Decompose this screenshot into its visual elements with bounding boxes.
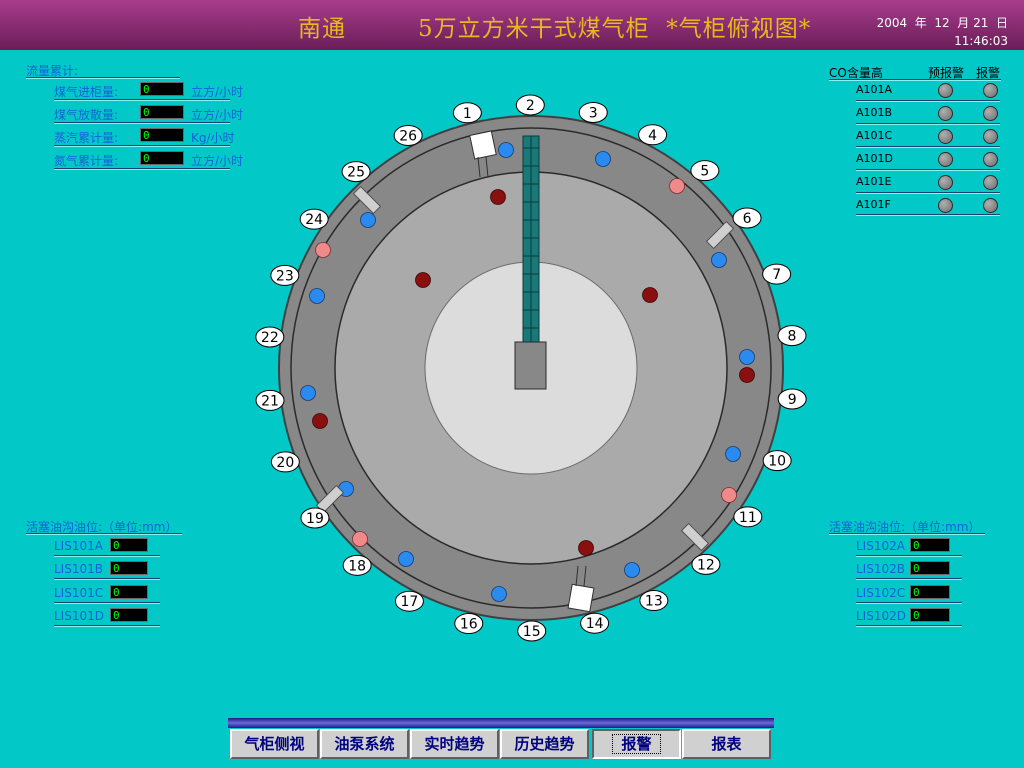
column-number: 12 xyxy=(697,557,715,573)
column-number: 17 xyxy=(400,594,418,610)
nav-stripe xyxy=(228,718,774,728)
column-number: 11 xyxy=(739,510,757,526)
sensor-dot-blue xyxy=(398,551,414,567)
column-label: 10 xyxy=(762,450,792,472)
column-number: 18 xyxy=(348,558,366,574)
column-label: 15 xyxy=(517,620,547,642)
ladder-icon xyxy=(522,135,540,343)
column-label: 9 xyxy=(777,388,807,410)
column-label: 11 xyxy=(733,506,763,528)
sensor-dot-blue xyxy=(739,349,755,365)
column-label: 6 xyxy=(732,207,762,229)
sensor-dot-pink xyxy=(315,242,331,258)
sensor-dot-darkred xyxy=(578,540,594,556)
gas-holder-top-view: 1 2 34567891011121314151617181920212223242… xyxy=(255,94,807,642)
column-number: 1 xyxy=(463,106,472,122)
center-column xyxy=(514,341,547,390)
column-number: 9 xyxy=(788,392,797,408)
column-number: 26 xyxy=(399,128,417,144)
column-label: 3 xyxy=(578,101,608,123)
column-label: 16 xyxy=(454,613,484,635)
column-label: 7 xyxy=(762,263,792,285)
column-label: 19 xyxy=(300,507,330,529)
nav-alarm-button[interactable]: 报警 xyxy=(592,729,681,759)
column-number: 10 xyxy=(768,454,786,470)
column-label: 12 xyxy=(691,553,721,575)
sensor-dot-blue xyxy=(595,151,611,167)
column-label: 14 xyxy=(580,612,610,634)
nav-bar: 气柜侧视 油泵系统 实时趋势 历史趋势 报警 报表 xyxy=(228,718,774,762)
sensor-dot-blue xyxy=(711,252,727,268)
nav-history-trend-button[interactable]: 历史趋势 xyxy=(500,729,589,759)
sensor-dot-darkred xyxy=(642,287,658,303)
column-number: 4 xyxy=(648,128,657,144)
column-number: 3 xyxy=(589,105,598,121)
sensor-dot-pink xyxy=(721,487,737,503)
column-number: 22 xyxy=(261,330,279,346)
manhole-door-bottom xyxy=(567,583,595,613)
sensor-dot-darkred xyxy=(739,367,755,383)
column-number: 16 xyxy=(460,617,478,633)
sensor-dot-darkred xyxy=(415,272,431,288)
column-number: 5 xyxy=(700,164,709,180)
sensor-dot-blue xyxy=(309,288,325,304)
column-label: 21 xyxy=(255,389,285,411)
nav-realtime-trend-button[interactable]: 实时趋势 xyxy=(410,729,499,759)
column-number: 13 xyxy=(645,594,663,610)
sensor-dot-blue xyxy=(624,562,640,578)
column-label: 1 xyxy=(452,102,482,124)
column-label: 24 xyxy=(299,208,329,230)
sensor-dot-blue xyxy=(360,212,376,228)
column-number: 23 xyxy=(276,268,294,284)
nav-side-view-button[interactable]: 气柜侧视 xyxy=(230,729,319,759)
column-label: 25 xyxy=(341,161,371,183)
column-number: 21 xyxy=(261,393,279,409)
column-number: 20 xyxy=(276,455,294,471)
column-number: 15 xyxy=(523,624,541,640)
sensor-dot-blue xyxy=(725,446,741,462)
column-label: 23 xyxy=(270,264,300,286)
column-label: 26 xyxy=(393,124,423,146)
nav-report-button[interactable]: 报表 xyxy=(682,729,771,759)
nav-alarm-label: 报警 xyxy=(612,734,661,754)
column-label: 4 xyxy=(638,124,668,146)
column-number: 14 xyxy=(586,616,604,632)
column-number: 7 xyxy=(772,267,781,283)
sensor-dot-darkred xyxy=(312,413,328,429)
sensor-dot-pink xyxy=(352,531,368,547)
column-number: 8 xyxy=(788,329,797,345)
column-label: 20 xyxy=(270,451,300,473)
column-number: 2 xyxy=(526,98,535,114)
sensor-dot-blue xyxy=(300,385,316,401)
column-label: 18 xyxy=(342,554,372,576)
sensor-dot-blue xyxy=(498,142,514,158)
column-label: 2 xyxy=(515,94,545,116)
column-label: 5 xyxy=(690,160,720,182)
sensor-dot-darkred xyxy=(490,189,506,205)
column-label: 22 xyxy=(255,326,285,348)
column-number: 6 xyxy=(743,211,752,227)
column-label: 13 xyxy=(639,590,669,612)
sensor-dot-blue xyxy=(491,586,507,602)
column-number: 24 xyxy=(305,212,323,228)
nav-oil-pump-button[interactable]: 油泵系统 xyxy=(320,729,409,759)
column-number: 19 xyxy=(306,511,324,527)
column-number: 25 xyxy=(347,165,365,181)
column-label: 17 xyxy=(394,590,424,612)
manhole-door-top xyxy=(469,130,497,160)
sensor-dot-pink xyxy=(669,178,685,194)
column-label: 8 xyxy=(777,325,807,347)
